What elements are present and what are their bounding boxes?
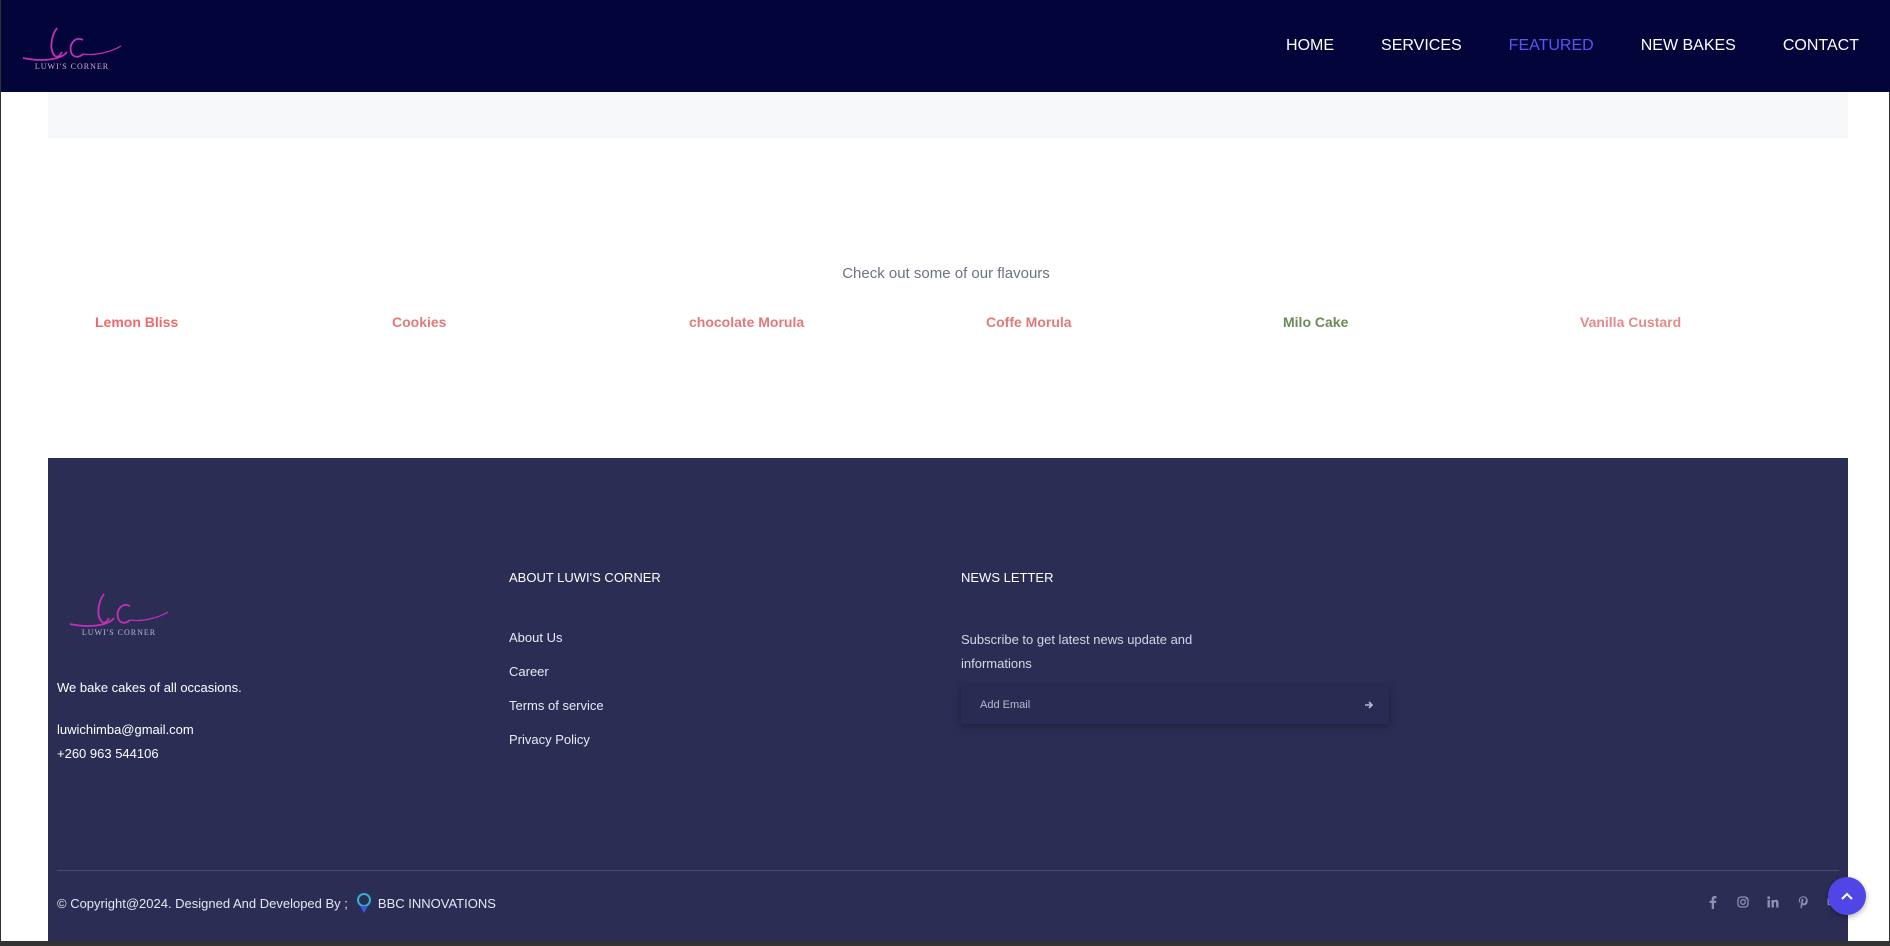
flavour-milo-cake[interactable]: Milo Cake: [1283, 314, 1348, 330]
flavours-list: Lemon Bliss Cookies chocolate Morula Cof…: [48, 314, 1848, 334]
footer-link-terms[interactable]: Terms of service: [509, 698, 604, 713]
footer-link-privacy[interactable]: Privacy Policy: [509, 732, 590, 747]
flavour-vanilla-custard[interactable]: Vanilla Custard: [1580, 314, 1681, 330]
bbc-innovations-logo-icon: [354, 892, 374, 914]
about-heading: ABOUT LUWI'S CORNER: [509, 570, 661, 585]
arrow-right-icon: [1365, 701, 1374, 709]
flavour-lemon-bliss[interactable]: Lemon Bliss: [95, 314, 178, 330]
newsletter-description: Subscribe to get latest news update and …: [961, 632, 1193, 671]
flavours-title: Check out some of our flavours: [842, 265, 1050, 282]
chevron-up-icon: [1841, 892, 1853, 900]
main-nav: HOME SERVICES FEATURED NEW BAKES CONTACT: [1239, 37, 1859, 55]
footer-link-about-us[interactable]: About Us: [509, 630, 562, 645]
flavour-coffe-morula[interactable]: Coffe Morula: [986, 314, 1072, 330]
copyright: © Copyright@2024. Designed And Developed…: [57, 892, 496, 914]
newsletter-email-input[interactable]: [961, 686, 1321, 724]
developer-name[interactable]: BBC INNOVATIONS: [378, 896, 496, 911]
logo-text: LUWI'S CORNER: [34, 61, 110, 71]
brand-logo[interactable]: LUWI'S CORNER: [19, 16, 125, 76]
instagram-icon[interactable]: [1736, 895, 1750, 909]
copyright-text: © Copyright@2024. Designed And Developed…: [57, 895, 348, 911]
footer-logo-text: LUWI'S CORNER: [81, 628, 157, 637]
flavour-chocolate-morula[interactable]: chocolate Morula: [689, 314, 804, 330]
flavour-cookies[interactable]: Cookies: [392, 314, 446, 330]
footer-email[interactable]: luwichimba@gmail.com: [57, 722, 194, 737]
site-footer: LUWI'S CORNER We bake cakes of all occas…: [48, 458, 1848, 946]
window-bottom-edge: [1, 941, 1890, 946]
scroll-to-top-button[interactable]: [1828, 877, 1866, 915]
footer-phone[interactable]: +260 963 544106: [57, 746, 159, 761]
nav-link-featured[interactable]: FEATURED: [1509, 37, 1594, 55]
newsletter-heading: NEWS LETTER: [961, 570, 1054, 585]
nav-link-home[interactable]: HOME: [1286, 37, 1334, 55]
facebook-icon[interactable]: [1706, 895, 1720, 909]
footer-logo[interactable]: LUWI'S CORNER: [66, 588, 172, 648]
footer-tagline: We bake cakes of all occasions.: [57, 680, 242, 695]
nav-link-services[interactable]: SERVICES: [1381, 37, 1462, 55]
section-band: [48, 92, 1848, 138]
nav-link-new-bakes[interactable]: NEW BAKES: [1641, 37, 1736, 55]
newsletter-submit-button[interactable]: [1349, 686, 1389, 724]
nav-link-contact[interactable]: CONTACT: [1783, 37, 1859, 55]
newsletter-form: [961, 686, 1389, 724]
footer-link-career[interactable]: Career: [509, 664, 549, 679]
linkedin-icon[interactable]: [1766, 895, 1780, 909]
pinterest-icon[interactable]: [1796, 895, 1810, 909]
top-navbar: LUWI'S CORNER HOME SERVICES FEATURED NEW…: [1, 0, 1890, 92]
footer-divider: [57, 870, 1839, 871]
social-links: [1690, 895, 1840, 909]
